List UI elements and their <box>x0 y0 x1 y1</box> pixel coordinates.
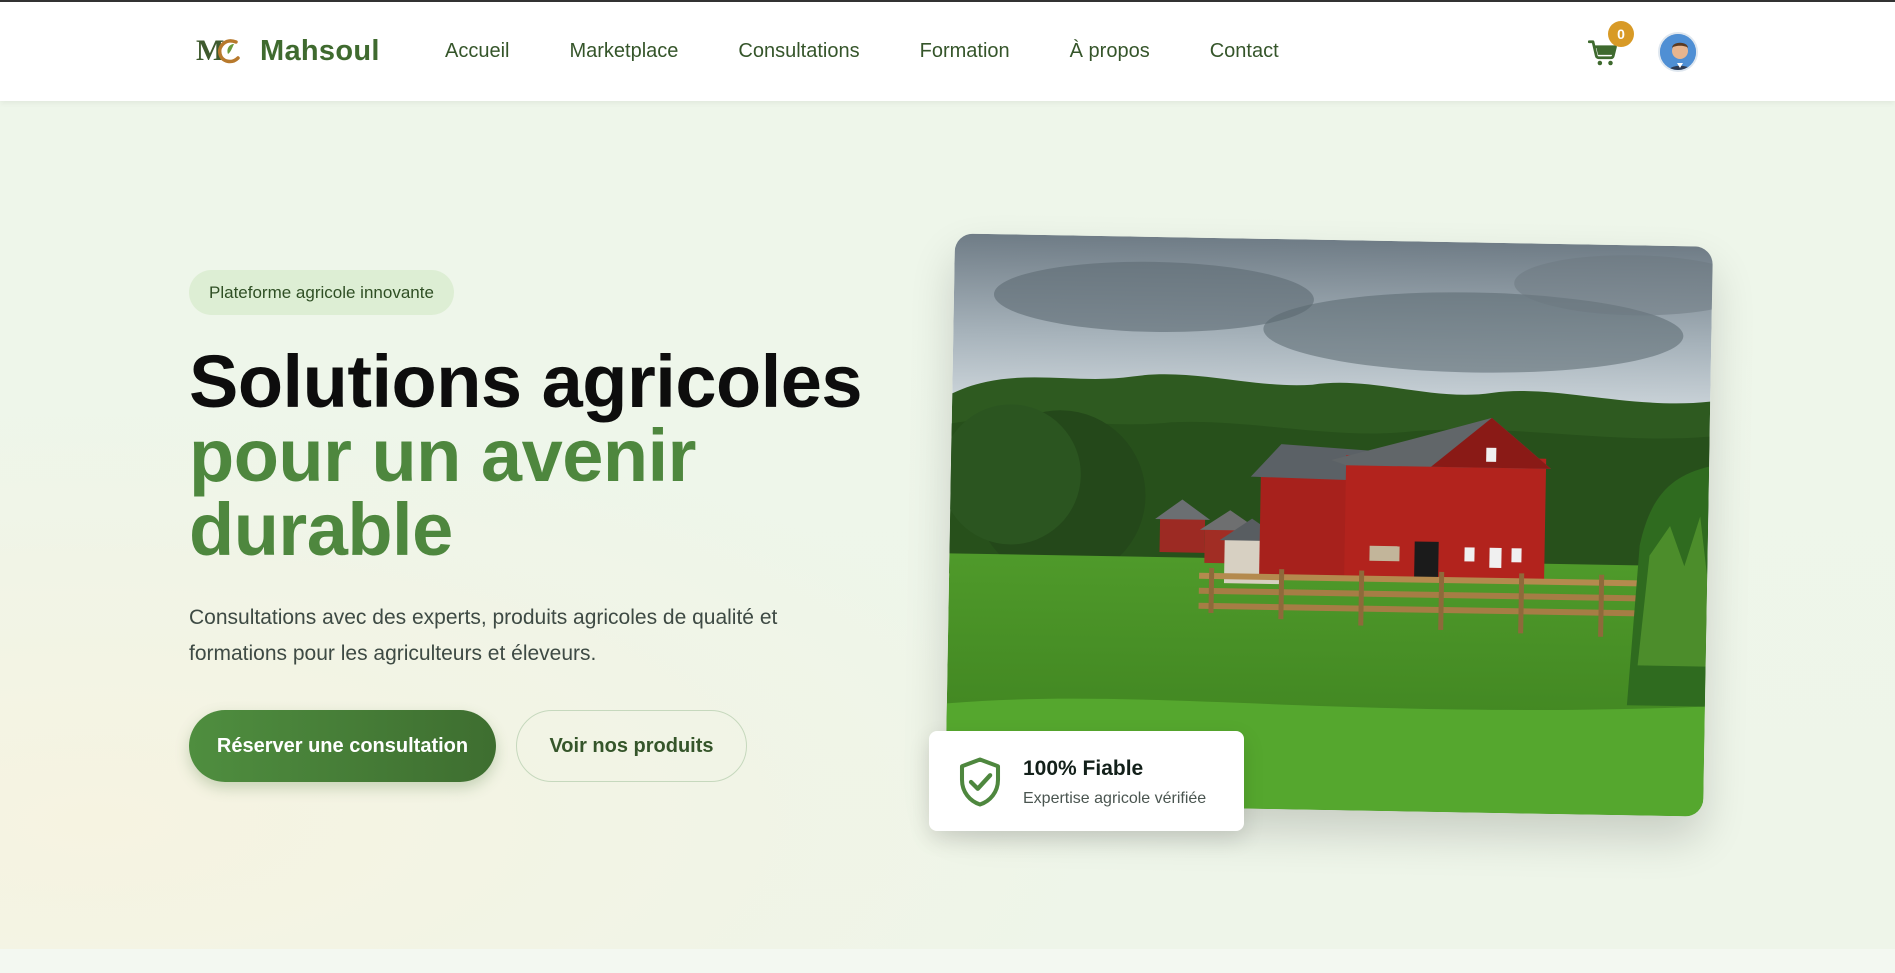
brand-logo[interactable]: M Mahsoul <box>196 32 380 70</box>
shield-check-icon <box>953 755 1007 809</box>
hero-title-line1: Solutions agricoles <box>189 340 863 423</box>
hero-farm-image <box>945 233 1713 817</box>
hero-bottom-strip <box>0 949 1895 973</box>
brand-name: Mahsoul <box>260 34 380 67</box>
nav-item-a-propos[interactable]: À propos <box>1070 40 1150 63</box>
nav-item-accueil[interactable]: Accueil <box>445 40 509 63</box>
nav-item-marketplace[interactable]: Marketplace <box>569 40 678 63</box>
trust-card-title: 100% Fiable <box>1023 757 1144 780</box>
main-nav: Accueil Marketplace Consultations Format… <box>445 40 1339 63</box>
view-products-button[interactable]: Voir nos produits <box>516 710 747 782</box>
logo-mark-icon: M <box>196 32 242 70</box>
hero-tag-badge: Plateforme agricole innovante <box>189 270 454 315</box>
nav-item-formation[interactable]: Formation <box>920 40 1010 63</box>
hero-description: Consultations avec des experts, produits… <box>189 606 778 665</box>
hero-title-line3: durable <box>189 488 453 571</box>
hero-title-line2: pour un avenir <box>189 414 696 497</box>
book-consultation-button[interactable]: Réserver une consultation <box>189 710 496 782</box>
cart-count-badge: 0 <box>1608 21 1634 47</box>
avatar[interactable] <box>1658 32 1698 72</box>
trust-card: 100% Fiable Expertise agricole vérifiée <box>929 731 1244 831</box>
hero-title: Solutions agricoles pour un avenir durab… <box>189 345 889 567</box>
trust-card-subtitle: Expertise agricole vérifiée <box>1023 790 1207 807</box>
nav-item-consultations[interactable]: Consultations <box>738 40 859 63</box>
nav-item-contact[interactable]: Contact <box>1210 40 1279 63</box>
site-header: M Mahsoul Accueil Marketplace Consultati… <box>0 2 1895 101</box>
